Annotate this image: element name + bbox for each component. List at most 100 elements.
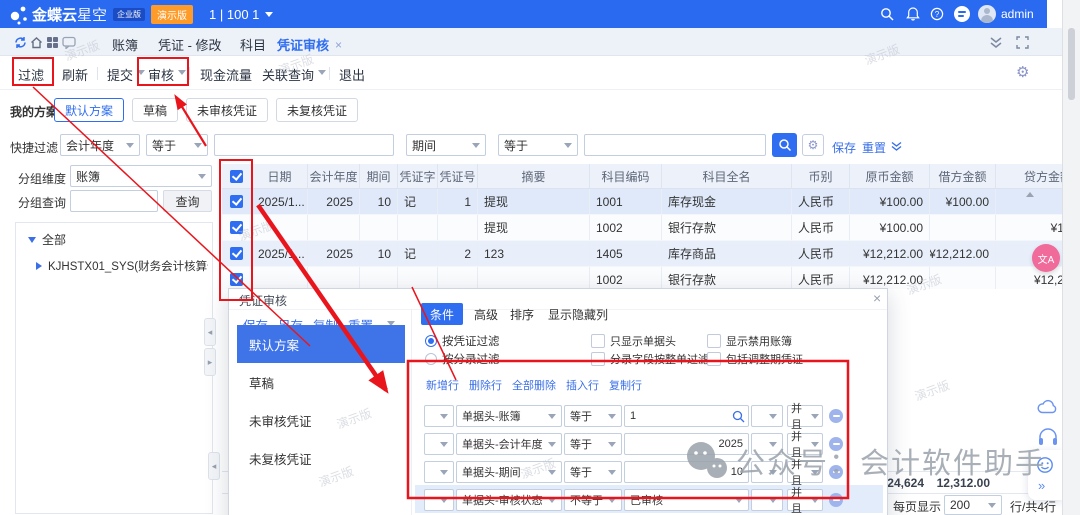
table-row[interactable]: 提现 1002 银行存款 人民币 ¥100.00 ¥100.00 — [222, 215, 1062, 241]
filter-logic-select[interactable]: 并且 — [787, 405, 823, 427]
exit-button[interactable]: 退出 — [339, 65, 365, 84]
group-search-input[interactable] — [70, 190, 158, 212]
tree-item-system[interactable]: KJHSTX01_SYS(财务会计核算体系) — [36, 258, 212, 274]
submit-button[interactable]: 提交 — [107, 65, 133, 84]
dialog-close-icon[interactable]: × — [873, 290, 881, 306]
col-header[interactable]: 原币金额 — [850, 164, 930, 188]
filter-logic-select[interactable]: 并且 — [787, 461, 823, 483]
grid-scroll-up-icon[interactable] — [1026, 192, 1034, 197]
bracket-select[interactable] — [424, 461, 454, 483]
copy-row-link[interactable]: 复制行 — [609, 377, 642, 393]
checkbox-icon[interactable] — [707, 334, 721, 348]
quick-reset-link[interactable]: 重置 — [862, 139, 886, 156]
delete-all-rows-link[interactable]: 全部删除 — [512, 377, 556, 393]
tree-collapsed-triangle-icon[interactable] — [36, 262, 42, 270]
filter-extra-select[interactable] — [751, 461, 783, 483]
col-header[interactable]: 会计年度 — [308, 164, 360, 188]
insert-row-link[interactable]: 插入行 — [566, 377, 599, 393]
headset-icon[interactable] — [1037, 427, 1059, 447]
filter-op-select[interactable]: 不等于 — [564, 489, 622, 511]
scheme-unreviewed-button[interactable]: 未复核凭证 — [276, 98, 358, 122]
quick-search-button[interactable] — [772, 133, 797, 157]
filter-value-select[interactable]: 已审核 — [624, 489, 749, 511]
quick-op2-select[interactable]: 等于 — [498, 134, 578, 156]
help-icon[interactable]: ? — [930, 7, 944, 21]
home-icon[interactable] — [30, 36, 43, 49]
filter-op-select[interactable]: 等于 — [564, 433, 622, 455]
checkbox-include-adjust-period[interactable]: 包括调整期凭证 — [707, 351, 803, 367]
filter-field-select[interactable]: 单据头-会计年度 — [456, 433, 562, 455]
col-header[interactable]: 借方金额 — [930, 164, 996, 188]
radio-filter-by-voucher[interactable]: 按凭证过滤 — [425, 333, 500, 349]
splitter-collapse-left-handle[interactable]: ◂ — [204, 318, 216, 346]
quick-field2-select[interactable]: 期间 — [406, 134, 486, 156]
audit-chevron-icon[interactable] — [178, 70, 186, 75]
list-settings-gear-icon[interactable]: ⚙ — [1016, 63, 1029, 81]
collapse-double-chevron-icon[interactable] — [988, 36, 1004, 49]
lookup-magnifier-icon[interactable] — [732, 410, 745, 423]
expand-icon[interactable] — [1016, 36, 1029, 49]
smiley-icon[interactable] — [1036, 456, 1054, 474]
remove-row-minus-icon[interactable] — [829, 493, 843, 507]
tab-close-icon[interactable]: × — [335, 38, 342, 52]
quick-settings-gear-button[interactable]: ⚙ — [802, 134, 824, 156]
tab-voucher-audit-active[interactable]: 凭证审核 × — [277, 35, 342, 54]
filter-logic-select[interactable]: 并且 — [787, 433, 823, 455]
bell-icon[interactable] — [906, 7, 920, 21]
quick-value2-input[interactable] — [584, 134, 766, 156]
row-checkbox[interactable] — [230, 247, 243, 260]
filter-field-select[interactable]: 单据头-账簿 — [456, 405, 562, 427]
service-icon[interactable] — [954, 6, 970, 22]
dialog-scheme-default[interactable]: 默认方案 — [237, 325, 405, 363]
filter-field-select[interactable]: 单据头-期间 — [456, 461, 562, 483]
bracket-select[interactable] — [424, 433, 454, 455]
checkbox-icon[interactable] — [591, 334, 605, 348]
group-search-button[interactable]: 查询 — [163, 190, 212, 212]
filter-extra-select[interactable] — [751, 433, 783, 455]
add-row-link[interactable]: 新增行 — [426, 377, 459, 393]
filter-button[interactable]: 过滤 — [18, 65, 44, 84]
quick-save-link[interactable]: 保存 — [832, 139, 856, 156]
search-icon[interactable] — [880, 7, 894, 21]
more-double-chevron-icon[interactable]: » — [1038, 478, 1045, 493]
checkbox-icon[interactable] — [591, 352, 605, 366]
chat-icon[interactable] — [62, 36, 76, 49]
filter-field-select[interactable]: 单据头-审核状态 — [456, 489, 562, 511]
filter-op-select[interactable]: 等于 — [564, 461, 622, 483]
quick-field1-select[interactable]: 会计年度 — [60, 134, 140, 156]
remove-row-minus-icon[interactable] — [829, 437, 843, 451]
splitter-collapse-handle[interactable]: ◂ — [208, 452, 220, 480]
row-checkbox[interactable] — [230, 221, 243, 234]
audit-button[interactable]: 审核 — [148, 65, 174, 84]
tab-voucher-modify[interactable]: 凭证 - 修改 — [158, 35, 222, 54]
col-header[interactable]: 凭证号 — [438, 164, 478, 188]
filter-extra-select[interactable] — [751, 489, 783, 511]
col-header[interactable]: 摘要 — [478, 164, 590, 188]
bracket-select[interactable] — [424, 405, 454, 427]
row-select-cell[interactable] — [222, 241, 252, 266]
translate-button[interactable]: 文A — [1032, 244, 1060, 272]
related-query-button[interactable]: 关联查询 — [262, 65, 314, 84]
avatar[interactable] — [978, 5, 996, 23]
row-select-cell[interactable] — [222, 267, 252, 289]
quick-more-double-chevron-icon[interactable] — [890, 141, 903, 152]
submit-chevron-icon[interactable] — [137, 70, 145, 75]
quick-op1-select[interactable]: 等于 — [146, 134, 208, 156]
col-header[interactable]: 币别 — [792, 164, 850, 188]
tree-item-all[interactable]: 全部 — [28, 231, 212, 248]
tree-expanded-triangle-icon[interactable] — [28, 237, 36, 243]
filter-value-input[interactable] — [624, 433, 749, 455]
bracket-select[interactable] — [424, 489, 454, 511]
remove-row-minus-icon[interactable] — [829, 465, 843, 479]
delete-row-link[interactable]: 删除行 — [469, 377, 502, 393]
checkbox-entry-whole-doc[interactable]: 分录字段按整单过滤 — [591, 351, 709, 367]
checkbox-icon[interactable] — [707, 352, 721, 366]
apps-grid-icon[interactable] — [47, 37, 58, 48]
scheme-unaudited-button[interactable]: 未审核凭证 — [186, 98, 268, 122]
filter-value-input[interactable] — [624, 461, 749, 483]
table-row[interactable]: 1002 银行存款 人民币 ¥12,212.00 ¥12,212.00 — [222, 267, 1062, 289]
dialog-tab-columns[interactable]: 显示隐藏列 — [539, 303, 617, 325]
radio-off-icon[interactable] — [425, 353, 437, 365]
refresh-button[interactable]: 刷新 — [62, 65, 88, 84]
filter-logic-select[interactable]: 并且 — [787, 489, 823, 511]
